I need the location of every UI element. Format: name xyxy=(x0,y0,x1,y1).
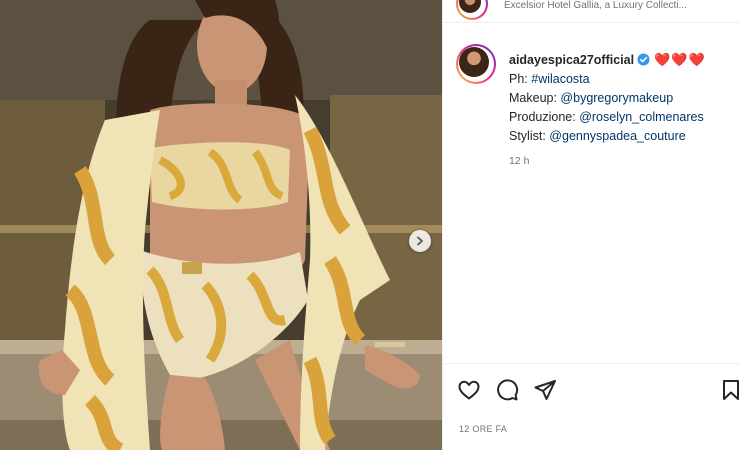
caption-timestamp: 12 h xyxy=(509,155,530,167)
post-image xyxy=(0,0,442,450)
caption-avatar[interactable] xyxy=(456,44,496,84)
share-icon[interactable] xyxy=(533,378,557,402)
caption-line-produzione: Produzione: @roselyn_colmenares xyxy=(509,110,704,124)
comment-icon[interactable] xyxy=(495,378,519,402)
post-side-panel: Excelsior Hotel Gallia, a Luxury Collect… xyxy=(442,0,740,450)
post-date: 12 ORE FA xyxy=(459,424,508,434)
hashtag-link[interactable]: #wilacosta xyxy=(531,72,589,86)
hearts-emoji: ❤️❤️❤️ xyxy=(654,52,706,67)
header-avatar[interactable] xyxy=(456,0,488,20)
location-link[interactable]: Excelsior Hotel Gallia, a Luxury Collect… xyxy=(504,0,687,11)
action-bar xyxy=(443,363,740,416)
bookmark-icon[interactable] xyxy=(719,378,740,402)
caption-first-line: aidayespica27official ❤️❤️❤️ xyxy=(509,50,706,70)
next-arrow-icon xyxy=(417,236,423,246)
mention-link-makeup[interactable]: @bygregorymakeup xyxy=(560,91,673,105)
caption-line-ph: Ph: #wilacosta xyxy=(509,72,590,86)
username-link[interactable]: aidayespica27official xyxy=(509,53,634,67)
mention-link-stylist[interactable]: @gennyspadea_couture xyxy=(549,129,685,143)
mention-link-produzione[interactable]: @roselyn_colmenares xyxy=(579,110,704,124)
post-header: Excelsior Hotel Gallia, a Luxury Collect… xyxy=(443,0,740,23)
post-caption: aidayespica27official ❤️❤️❤️ Ph: #wilacos… xyxy=(509,50,706,146)
next-photo-button[interactable] xyxy=(409,230,431,252)
heart-icon[interactable] xyxy=(457,378,481,402)
post-photo[interactable] xyxy=(0,0,442,450)
caption-line-makeup: Makeup: @bygregorymakeup xyxy=(509,91,674,105)
caption-line-stylist: Stylist: @gennyspadea_couture xyxy=(509,129,686,143)
verified-icon xyxy=(637,53,650,66)
